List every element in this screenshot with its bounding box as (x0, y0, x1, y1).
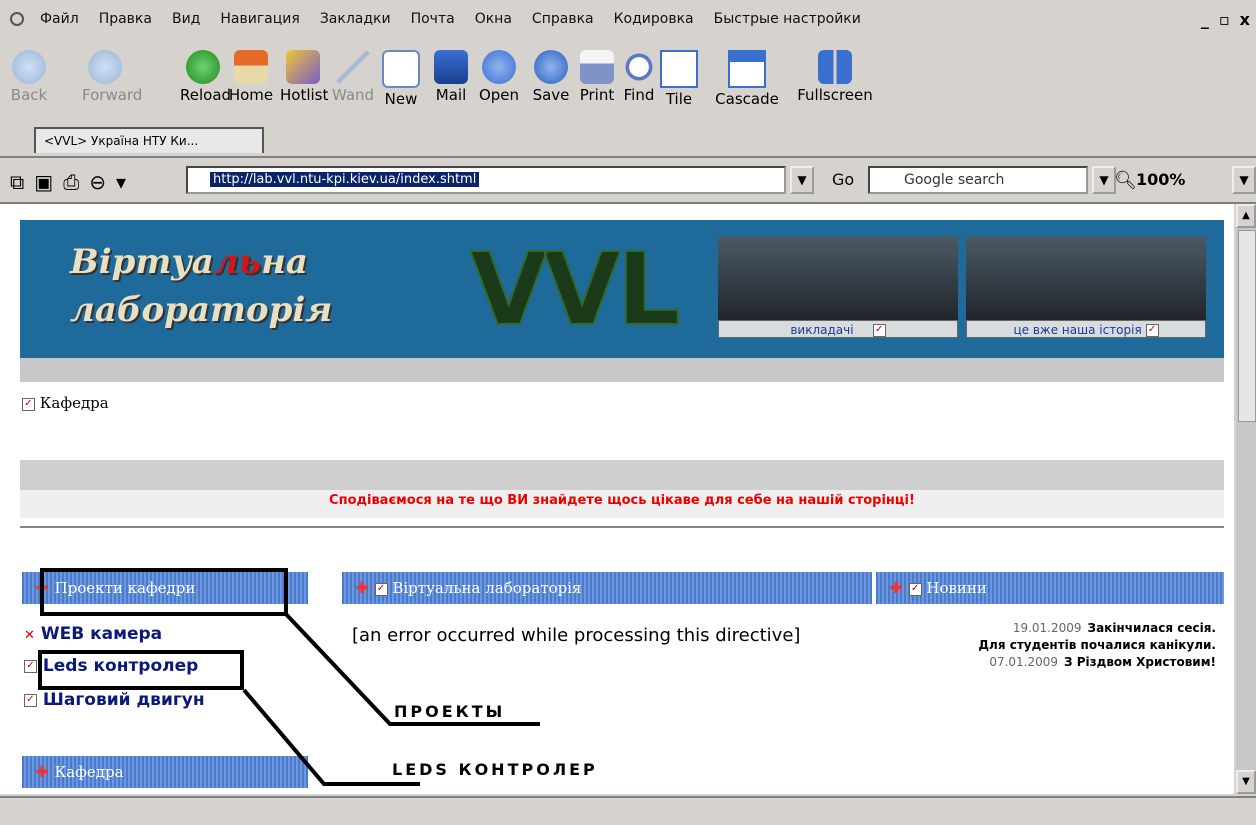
annotation-label-projects: ПРОЕКТЫ (394, 702, 506, 721)
status-bar (0, 796, 1256, 825)
annotation-lines (242, 610, 540, 786)
annotation-label-leds: LEDS КОНТРОЛЕР (392, 760, 598, 779)
